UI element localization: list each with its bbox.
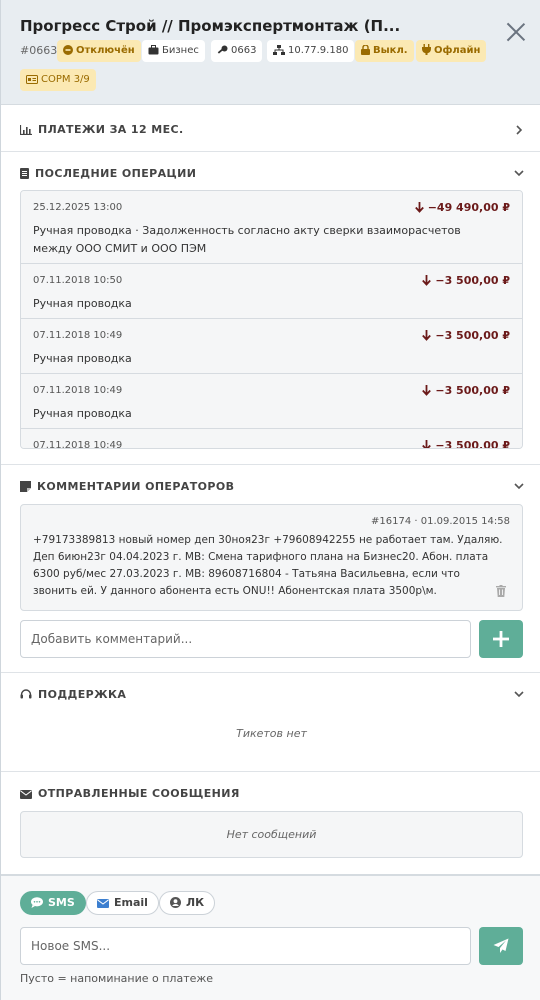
briefcase-icon <box>148 45 159 55</box>
section-operations-header[interactable]: ПОСЛЕДНИЕ ОПЕРАЦИИ <box>20 167 196 180</box>
operation-amount: −3 500,00 ₽ <box>422 274 510 287</box>
minus-circle-icon <box>63 45 73 55</box>
ip-badge: 10.77.9.180 <box>267 40 355 62</box>
operation-description: Ручная проводка <box>33 352 132 365</box>
network-icon <box>273 45 285 55</box>
id-card-icon <box>26 75 38 84</box>
list-item[interactable]: 07.11.2018 10:49 −3 500,00 ₽ <box>21 429 522 449</box>
close-icon[interactable] <box>506 22 526 42</box>
messages-box: Нет сообщений <box>20 811 523 858</box>
chevron-down-icon[interactable] <box>513 167 525 179</box>
operation-amount: −3 500,00 ₽ <box>422 329 510 342</box>
send-button[interactable] <box>479 927 523 965</box>
support-empty-text: Тикетов нет <box>236 727 307 740</box>
tariff-badge: Бизнес <box>142 40 205 62</box>
sms-hint: Пусто = напоминание о платеже <box>20 972 214 985</box>
chevron-right-icon[interactable] <box>513 124 525 136</box>
list-item[interactable]: 07.11.2018 10:49 −3 500,00 ₽ Ручная пров… <box>21 319 522 374</box>
arrow-down-icon <box>422 275 432 286</box>
key-icon <box>217 45 228 54</box>
operation-date: 25.12.2025 13:00 <box>33 202 123 213</box>
lock-icon <box>361 44 370 55</box>
add-comment-button[interactable] <box>479 620 523 658</box>
channel-lk-button[interactable]: ЛК <box>159 891 216 915</box>
sorm-badge: СОРМ 3/9 <box>20 69 96 91</box>
sms-input[interactable] <box>20 927 471 965</box>
operation-date: 07.11.2018 10:49 <box>33 385 123 396</box>
user-circle-icon <box>170 897 181 908</box>
login-badge: 0663 <box>211 40 263 62</box>
headset-icon <box>20 689 32 699</box>
operation-amount: −3 500,00 ₽ <box>422 384 510 397</box>
divider <box>1 672 540 673</box>
panel-header: Прогресс Строй // Промэкспертмонтаж (П..… <box>1 0 540 105</box>
operation-description: Ручная проводка <box>33 297 132 310</box>
plug-icon <box>422 44 431 55</box>
operation-description: Ручная проводка · Задолженность согласно… <box>33 224 461 255</box>
comment-text: +79173389813 новый номер деп 30ноя23г +7… <box>33 534 503 597</box>
plus-icon <box>493 631 509 647</box>
section-payments-header[interactable]: ПЛАТЕЖИ ЗА 12 МЕС. <box>19 123 184 136</box>
section-support-header[interactable]: ПОДДЕРЖКА <box>20 688 126 701</box>
online-badge: Офлайн <box>416 40 487 62</box>
chevron-down-icon[interactable] <box>513 480 525 492</box>
receipt-icon <box>20 168 29 179</box>
messages-empty-text: Нет сообщений <box>226 828 317 841</box>
comment-card: #16174 · 01.09.2015 14:58 +79173389813 н… <box>20 504 523 611</box>
page-title: Прогресс Строй // Промэкспертмонтаж (П..… <box>20 17 401 35</box>
operations-list[interactable]: 25.12.2025 13:00 −49 490,00 ₽ Ручная про… <box>20 190 523 449</box>
comment-meta: #16174 · 01.09.2015 14:58 <box>371 516 510 527</box>
section-comments-header[interactable]: КОММЕНТАРИИ ОПЕРАТОРОВ <box>20 480 234 493</box>
subscriber-panel: Прогресс Строй // Промэкспертмонтаж (П..… <box>0 0 540 1000</box>
operation-date: 07.11.2018 10:49 <box>33 330 123 341</box>
section-messages-header[interactable]: ОТПРАВЛЕННЫЕ СООБЩЕНИЯ <box>20 787 240 800</box>
divider <box>1 151 540 152</box>
subscriber-id: #0663 <box>20 44 58 57</box>
list-item[interactable]: 25.12.2025 13:00 −49 490,00 ₽ Ручная про… <box>21 191 522 264</box>
arrow-down-icon <box>422 330 432 341</box>
status-badge: Отключён <box>57 40 141 62</box>
comment-input[interactable] <box>20 620 471 658</box>
sticky-note-icon <box>20 481 31 492</box>
divider <box>1 464 540 465</box>
operation-date: 07.11.2018 10:49 <box>33 440 123 449</box>
chevron-down-icon[interactable] <box>513 688 525 700</box>
lock-badge: Выкл. <box>355 40 414 62</box>
list-item[interactable]: 07.11.2018 10:49 −3 500,00 ₽ Ручная пров… <box>21 374 522 429</box>
envelope-icon <box>20 790 32 799</box>
divider <box>1 771 540 772</box>
paper-plane-icon <box>493 938 509 953</box>
operation-amount: −3 500,00 ₽ <box>422 439 510 448</box>
arrow-down-icon <box>422 440 432 448</box>
list-item[interactable]: 07.11.2018 10:50 −3 500,00 ₽ Ручная пров… <box>21 264 522 319</box>
arrow-down-icon <box>414 202 424 213</box>
chat-bubble-icon <box>31 897 43 908</box>
operation-date: 07.11.2018 10:50 <box>33 275 123 286</box>
arrow-down-icon <box>422 385 432 396</box>
operation-amount: −49 490,00 ₽ <box>414 201 510 214</box>
envelope-icon <box>97 899 109 908</box>
bar-chart-icon <box>19 125 32 136</box>
channel-sms-button[interactable]: SMS <box>20 891 86 915</box>
channel-email-button[interactable]: Email <box>86 891 159 915</box>
operation-description: Ручная проводка <box>33 407 132 420</box>
trash-icon[interactable] <box>496 585 506 597</box>
